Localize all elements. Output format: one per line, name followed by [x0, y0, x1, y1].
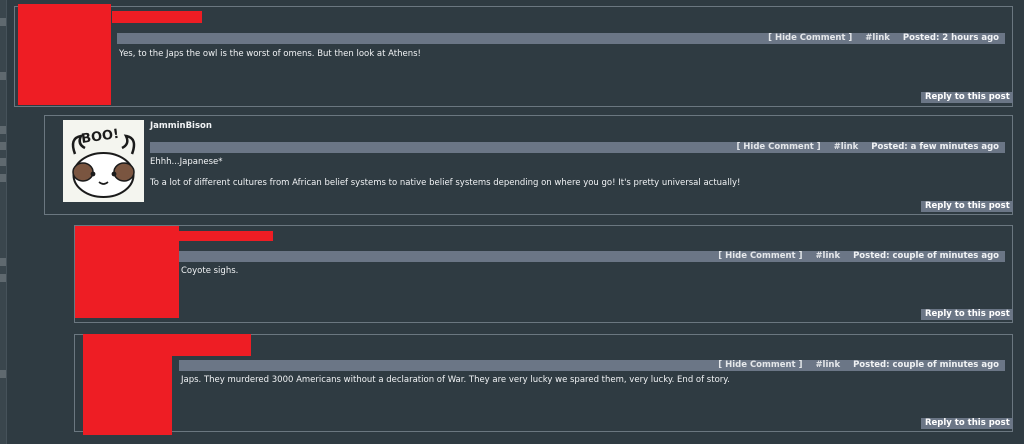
comment-4-body: Japs. They murdered 3000 Americans witho…: [181, 375, 730, 385]
permalink[interactable]: #link: [834, 142, 859, 152]
comment-2-body-line-1: Ehhh...Japanese*: [150, 157, 223, 167]
posted-time: Posted: 2 hours ago: [902, 33, 999, 43]
comment-4-meta-bar: [ Hide Comment ] #link Posted: couple of…: [179, 360, 1005, 371]
hide-comment-link[interactable]: [ Hide Comment ]: [718, 251, 802, 261]
reply-button[interactable]: Reply to this post: [921, 201, 1013, 212]
redacted-username: [112, 11, 202, 23]
hide-comment-link[interactable]: [ Hide Comment ]: [768, 33, 852, 43]
comment-3-meta-bar: [ Hide Comment ] #link Posted: couple of…: [179, 251, 1005, 262]
page-left-edge: [0, 0, 7, 444]
comment-2: BOO! JamminBison [ Hide Comment ] #link …: [44, 115, 1013, 215]
comment-2-meta-bar: [ Hide Comment ] #link Posted: a few min…: [150, 142, 1005, 153]
comment-1-body: Yes, to the Japs the owl is the worst of…: [119, 49, 421, 59]
clipped-text-fragment: [0, 174, 6, 182]
avatar-boo-text: BOO!: [80, 127, 120, 147]
hide-comment-link[interactable]: [ Hide Comment ]: [736, 142, 820, 152]
reply-button[interactable]: Reply to this post: [921, 309, 1013, 320]
permalink[interactable]: #link: [815, 251, 840, 261]
comment-1-meta-bar: [ Hide Comment ] #link Posted: 2 hours a…: [117, 33, 1005, 44]
clipped-text-fragment: [0, 72, 6, 80]
redacted-avatar: [75, 226, 179, 318]
cartoon-bison-icon: BOO!: [71, 127, 136, 198]
user-avatar: BOO!: [63, 120, 144, 202]
hide-comment-link[interactable]: [ Hide Comment ]: [718, 360, 802, 370]
clipped-text-fragment: [0, 258, 6, 266]
clipped-text-fragment: [0, 126, 6, 134]
reply-button[interactable]: Reply to this post: [921, 418, 1013, 429]
clipped-text-fragment: [0, 274, 6, 282]
clipped-text-fragment: [0, 158, 6, 166]
permalink[interactable]: #link: [815, 360, 840, 370]
comment-3-body: Coyote sighs.: [181, 266, 239, 276]
redacted-username: [178, 231, 273, 241]
clipped-text-fragment: [0, 18, 6, 26]
redacted-avatar: [83, 334, 172, 435]
permalink[interactable]: #link: [865, 33, 890, 43]
comment-author[interactable]: JamminBison: [150, 121, 212, 131]
clipped-text-fragment: [0, 142, 6, 150]
reply-button[interactable]: Reply to this post: [921, 92, 1013, 103]
posted-time: Posted: couple of minutes ago: [853, 251, 999, 261]
redacted-avatar: [18, 4, 111, 105]
clipped-text-fragment: [0, 370, 6, 378]
posted-time: Posted: couple of minutes ago: [853, 360, 999, 370]
redacted-username: [171, 334, 251, 356]
comment-2-body-line-2: To a lot of different cultures from Afri…: [150, 178, 741, 188]
posted-time: Posted: a few minutes ago: [871, 142, 999, 152]
